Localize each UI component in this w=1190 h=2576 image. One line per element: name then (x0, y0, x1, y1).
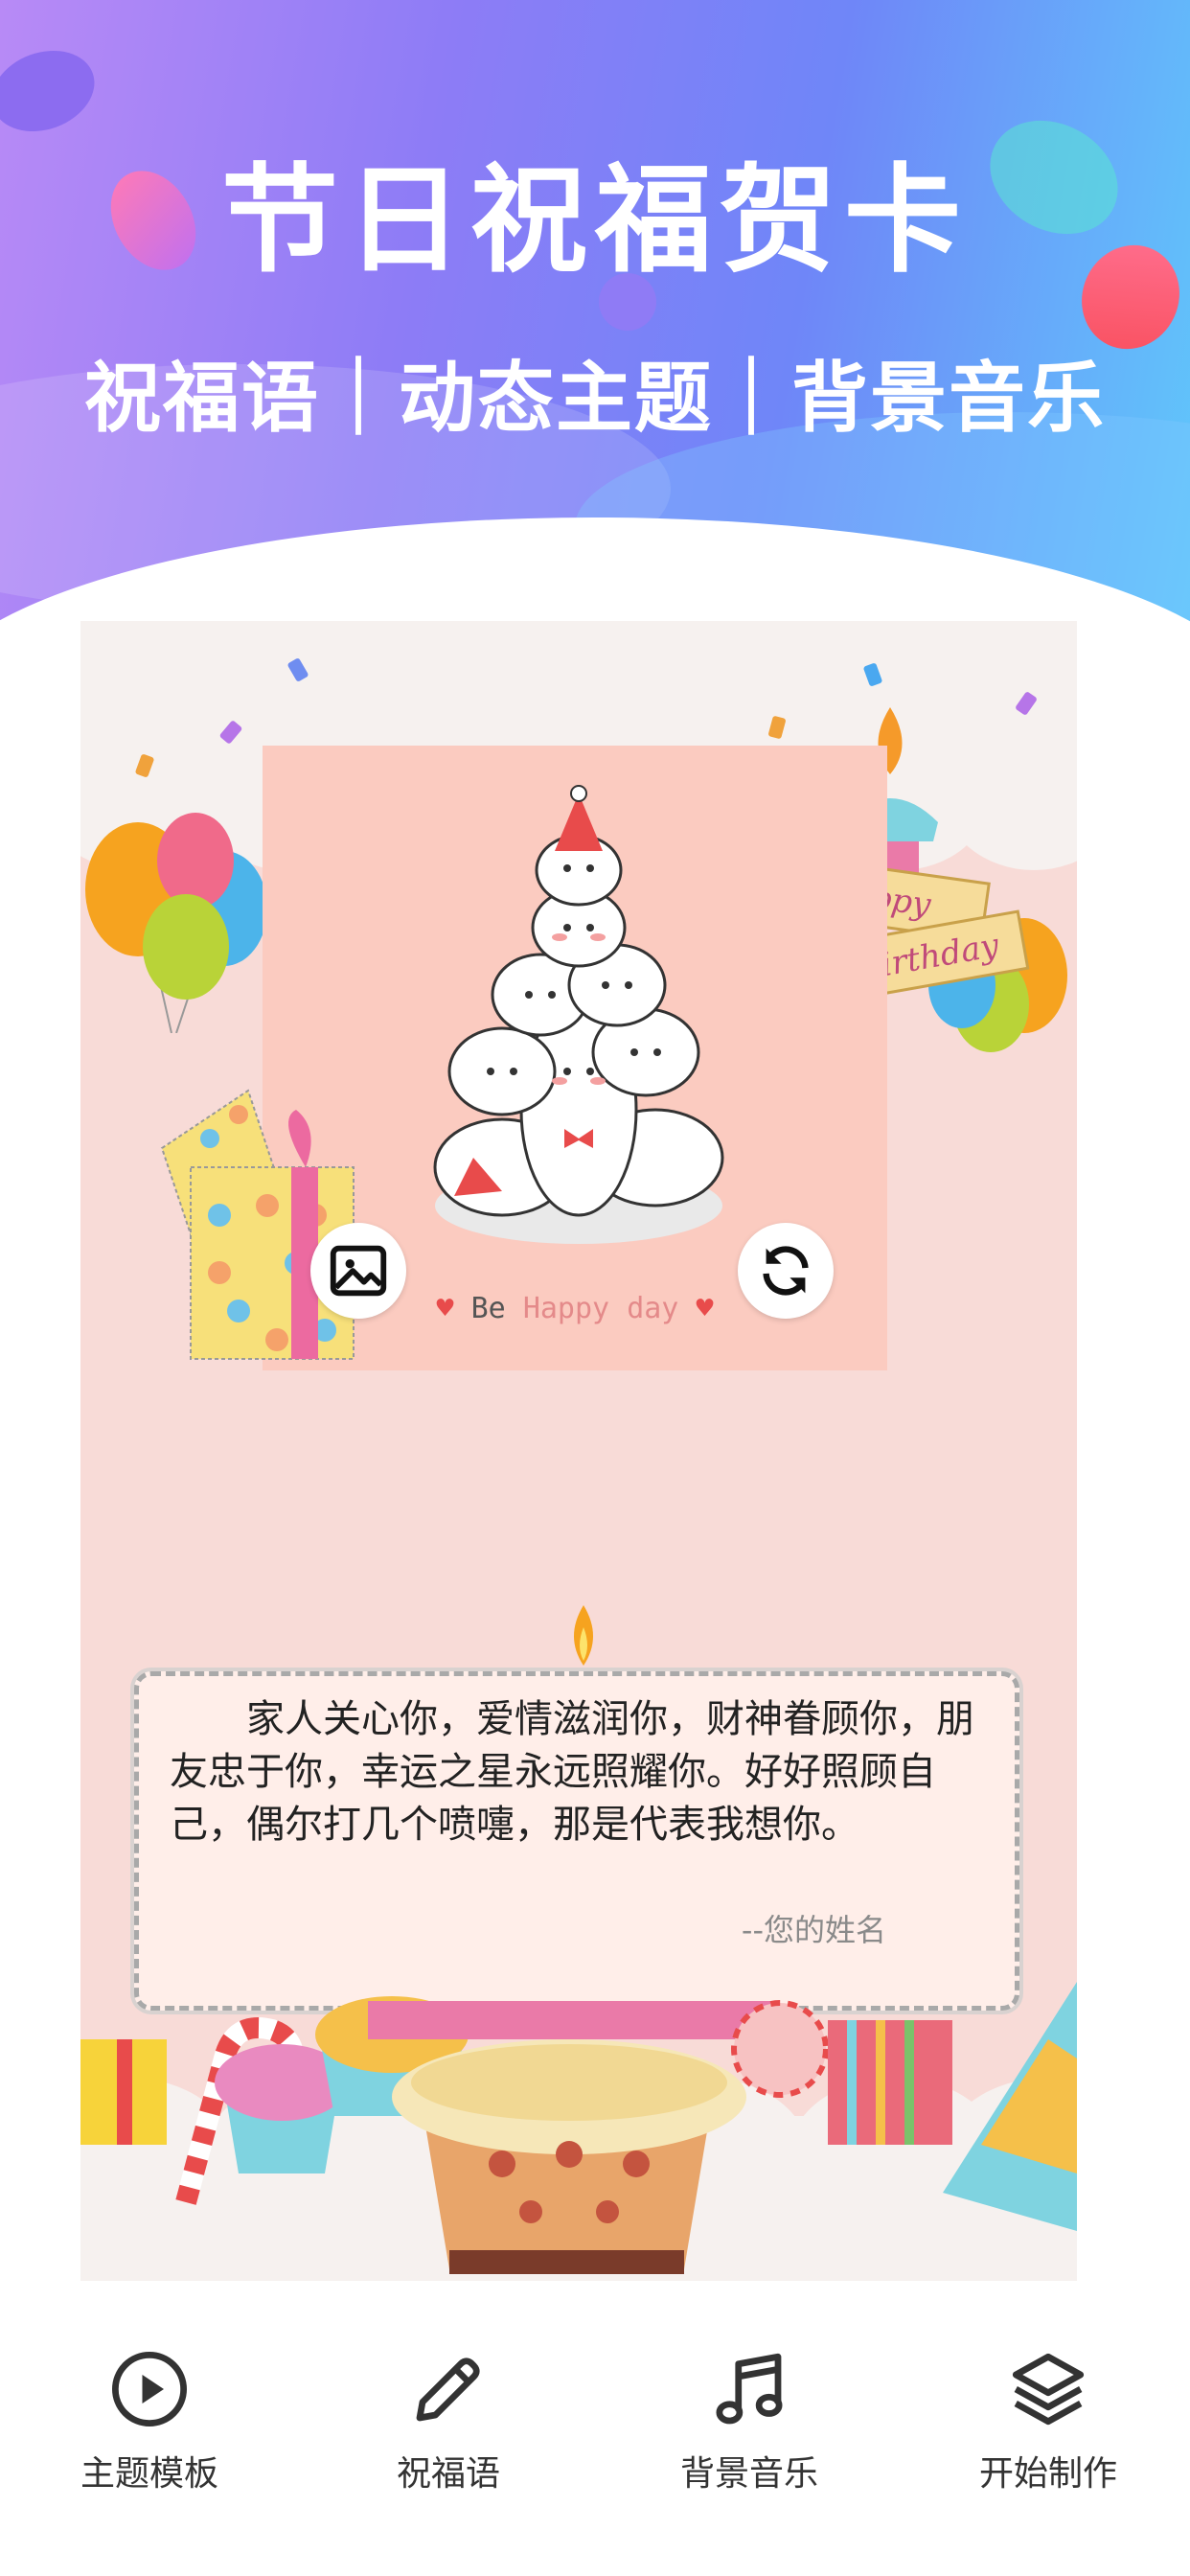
bottom-tab-bar: 主题模板 祝福语 背景音乐 开始制作 (0, 2346, 1190, 2538)
tab-background-music[interactable]: 背景音乐 (625, 2346, 874, 2538)
tab-label: 祝福语 (396, 2454, 500, 2494)
greeting-message-box[interactable]: 家人关心你，爱情滋润你，财神眷顾你，朋友忠于你，幸运之星永远照耀你。好好照顾自己… (134, 1671, 1019, 2011)
greeting-message-text[interactable]: 家人关心你，爱情滋润你，财神眷顾你，朋友忠于你，幸运之星永远照耀你。好好照顾自己… (170, 1693, 986, 1852)
decor-blob (0, 36, 106, 146)
page-subtitle: 祝福语｜动态主题｜背景音乐 (84, 354, 1106, 443)
party-decoration-bottom (80, 1982, 1077, 2274)
tab-theme-template[interactable]: 主题模板 (25, 2346, 274, 2538)
greeting-card: Happy Birthday (80, 621, 1077, 2281)
cat-tree-illustration (433, 785, 724, 1244)
image-icon (330, 1245, 387, 1297)
candle-flame-decoration (574, 1605, 593, 1666)
play-circle-icon (112, 2352, 187, 2426)
caption-be: Be (470, 1292, 506, 1325)
change-image-button[interactable] (310, 1223, 406, 1319)
page-title: 节日祝福贺卡 (221, 152, 969, 288)
refresh-icon (763, 1246, 809, 1296)
tab-label: 背景音乐 (679, 2454, 818, 2494)
caption-day: day (627, 1292, 679, 1325)
tab-start-making[interactable]: 开始制作 (924, 2346, 1173, 2538)
caption-happy: Happy (522, 1292, 610, 1325)
balloons-left (85, 813, 267, 1033)
refresh-button[interactable] (738, 1223, 834, 1319)
pencil-icon (416, 2358, 480, 2422)
layers-icon (1012, 2353, 1085, 2426)
signature-text[interactable]: --您的姓名 (139, 1906, 886, 1950)
tab-label: 主题模板 (80, 2454, 218, 2494)
tab-blessings[interactable]: 祝福语 (324, 2346, 573, 2538)
tab-label: 开始制作 (978, 2454, 1117, 2494)
header-banner: 节日祝福贺卡 祝福语｜动态主题｜背景音乐 (0, 0, 1190, 690)
music-note-icon (716, 2353, 783, 2425)
